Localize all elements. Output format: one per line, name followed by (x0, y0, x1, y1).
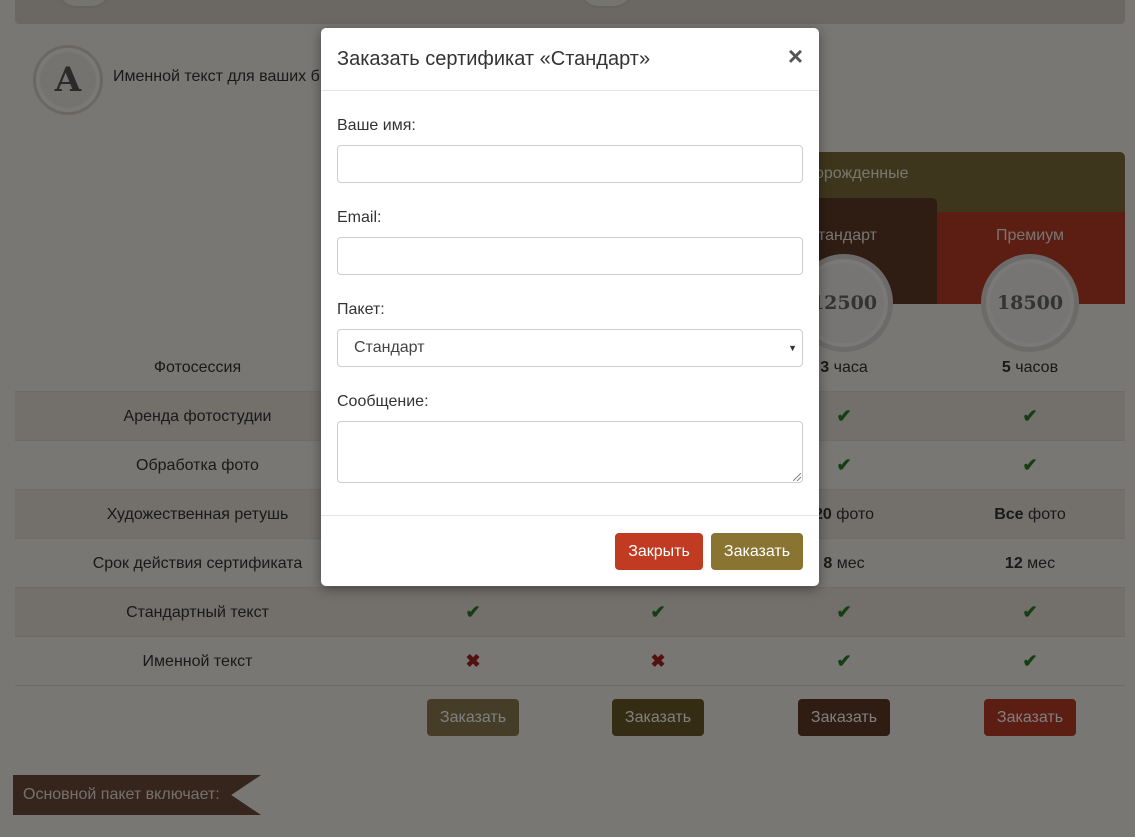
email-label: Email: (337, 209, 382, 226)
order-modal: Заказать сертификат «Стандарт» × Ваше им… (321, 28, 819, 586)
email-input[interactable] (337, 237, 803, 275)
message-label: Сообщение: (337, 393, 429, 410)
close-button[interactable]: Закрыть (615, 533, 703, 570)
modal-title: Заказать сертификат «Стандарт» (337, 48, 651, 70)
name-input[interactable] (337, 145, 803, 183)
package-select[interactable]: Стандарт ▼ (337, 329, 803, 367)
package-label: Пакет: (337, 301, 385, 318)
package-selected-value: Стандарт (354, 339, 425, 356)
modal-header: Заказать сертификат «Стандарт» × (321, 28, 819, 91)
message-textarea[interactable] (337, 421, 803, 483)
dropdown-arrow-icon: ▼ (788, 343, 797, 353)
name-label: Ваше имя: (337, 117, 416, 134)
resize-grip-icon[interactable] (793, 473, 801, 481)
submit-button[interactable]: Заказать (711, 533, 803, 570)
close-icon[interactable]: × (788, 43, 803, 69)
modal-footer: Закрыть Заказать (321, 515, 819, 586)
